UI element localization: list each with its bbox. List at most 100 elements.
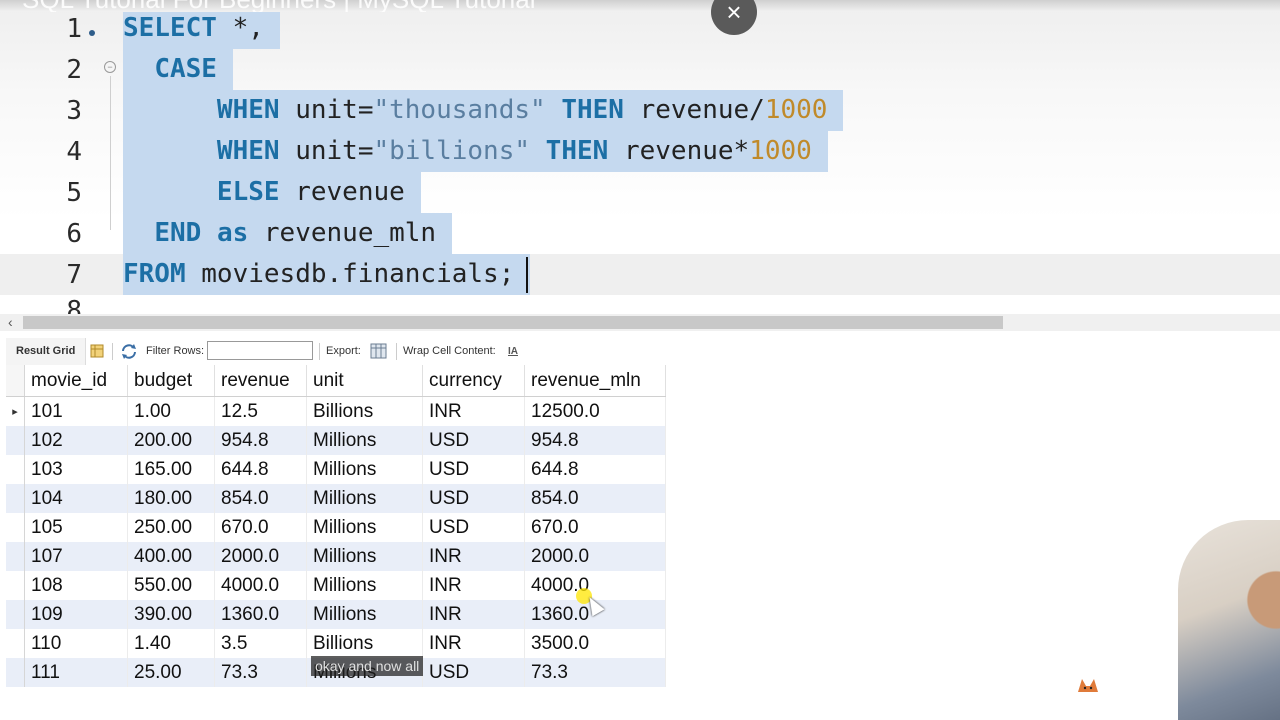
- table-cell-movie-id[interactable]: 104: [24, 484, 128, 513]
- table-cell-currency[interactable]: USD: [422, 513, 525, 542]
- table-cell-revenue[interactable]: 3.5: [214, 629, 307, 658]
- row-selector[interactable]: ▸: [6, 396, 25, 426]
- table-row[interactable]: 102 200.00 954.8 Millions USD 954.8: [6, 426, 666, 455]
- row-selector[interactable]: [6, 600, 25, 629]
- table-cell-revenue-mln[interactable]: 854.0: [524, 484, 666, 513]
- table-cell-unit[interactable]: Millions: [306, 600, 423, 629]
- table-cell-currency[interactable]: USD: [422, 426, 525, 455]
- table-cell-revenue-mln[interactable]: 3500.0: [524, 629, 666, 658]
- table-cell-budget[interactable]: 250.00: [127, 513, 215, 542]
- code-line[interactable]: 3 WHEN unit="thousands" THEN revenue/100…: [0, 90, 1280, 131]
- table-cell-revenue-mln[interactable]: 670.0: [524, 513, 666, 542]
- table-cell-movie-id[interactable]: 110: [24, 629, 128, 658]
- row-selector[interactable]: [6, 426, 25, 455]
- horizontal-scrollbar[interactable]: ‹: [0, 314, 1280, 331]
- table-row[interactable]: 103 165.00 644.8 Millions USD 644.8: [6, 455, 666, 484]
- sql-editor[interactable]: 1 SELECT *, 2− CASE 3 WHEN unit="thousands"…: [0, 0, 1280, 314]
- table-cell-currency[interactable]: INR: [422, 571, 525, 600]
- column-header[interactable]: currency: [422, 365, 525, 397]
- table-cell-unit[interactable]: Millions: [306, 455, 423, 484]
- table-cell-movie-id[interactable]: 109: [24, 600, 128, 629]
- table-cell-budget[interactable]: 200.00: [127, 426, 215, 455]
- table-cell-movie-id[interactable]: 108: [24, 571, 128, 600]
- table-cell-movie-id[interactable]: 103: [24, 455, 128, 484]
- table-cell-budget[interactable]: 165.00: [127, 455, 215, 484]
- table-cell-revenue[interactable]: 73.3: [214, 658, 307, 687]
- table-cell-budget[interactable]: 25.00: [127, 658, 215, 687]
- table-row[interactable]: 109 390.00 1360.0 Millions INR 1360.0: [6, 600, 666, 629]
- wrap-cell-icon[interactable]: IA: [508, 338, 518, 365]
- table-cell-budget[interactable]: 550.00: [127, 571, 215, 600]
- table-cell-revenue-mln[interactable]: 12500.0: [524, 396, 666, 426]
- filter-rows-input[interactable]: [207, 341, 313, 360]
- row-selector[interactable]: [6, 484, 25, 513]
- table-cell-movie-id[interactable]: 102: [24, 426, 128, 455]
- column-header[interactable]: revenue_mln: [524, 365, 666, 397]
- table-cell-unit[interactable]: Millions: [306, 426, 423, 455]
- column-header[interactable]: movie_id: [24, 365, 128, 397]
- table-cell-revenue[interactable]: 4000.0: [214, 571, 307, 600]
- scroll-left-icon[interactable]: ‹: [8, 314, 13, 331]
- column-header[interactable]: budget: [127, 365, 215, 397]
- table-cell-revenue-mln[interactable]: 73.3: [524, 658, 666, 687]
- table-cell-currency[interactable]: INR: [422, 542, 525, 571]
- row-selector[interactable]: [6, 455, 25, 484]
- row-selector[interactable]: [6, 658, 25, 687]
- row-selector[interactable]: [6, 513, 25, 542]
- table-cell-currency[interactable]: INR: [422, 396, 525, 426]
- table-cell-movie-id[interactable]: 101: [24, 396, 128, 426]
- table-cell-revenue-mln[interactable]: 644.8: [524, 455, 666, 484]
- scrollbar-thumb[interactable]: [23, 316, 1003, 329]
- table-cell-movie-id[interactable]: 111: [24, 658, 128, 687]
- table-cell-revenue[interactable]: 644.8: [214, 455, 307, 484]
- table-cell-currency[interactable]: USD: [422, 484, 525, 513]
- table-cell-unit[interactable]: Billions: [306, 629, 423, 658]
- table-cell-revenue-mln[interactable]: 954.8: [524, 426, 666, 455]
- fold-toggle-icon[interactable]: −: [104, 61, 116, 73]
- code-line[interactable]: 2 − CASE: [0, 49, 1280, 90]
- row-selector[interactable]: [6, 542, 25, 571]
- column-header[interactable]: unit: [306, 365, 423, 397]
- code-line[interactable]: 7 FROM moviesdb.financials;: [0, 254, 1280, 295]
- table-cell-budget[interactable]: 1.40: [127, 629, 215, 658]
- table-row[interactable]: 107 400.00 2000.0 Millions INR 2000.0: [6, 542, 666, 571]
- code-line[interactable]: 5 ELSE revenue: [0, 172, 1280, 213]
- code-line[interactable]: 4 WHEN unit="billions" THEN revenue*1000: [0, 131, 1280, 172]
- code-line[interactable]: 1 SELECT *,: [0, 8, 1280, 49]
- row-selector[interactable]: [6, 571, 25, 600]
- table-cell-unit[interactable]: Millions: [306, 542, 423, 571]
- table-cell-movie-id[interactable]: 107: [24, 542, 128, 571]
- table-cell-revenue[interactable]: 12.5: [214, 396, 307, 426]
- table-cell-revenue[interactable]: 954.8: [214, 426, 307, 455]
- table-cell-budget[interactable]: 1.00: [127, 396, 215, 426]
- table-row[interactable]: 105 250.00 670.0 Millions USD 670.0: [6, 513, 666, 542]
- table-row[interactable]: ▸ 101 1.00 12.5 Billions INR 12500.0: [6, 396, 666, 426]
- row-selector[interactable]: [6, 629, 25, 658]
- table-cell-unit[interactable]: Millions: [306, 571, 423, 600]
- code-line[interactable]: 6 END as revenue_mln: [0, 213, 1280, 254]
- table-cell-unit[interactable]: Millions: [306, 484, 423, 513]
- table-cell-currency[interactable]: USD: [422, 455, 525, 484]
- table-cell-revenue[interactable]: 670.0: [214, 513, 307, 542]
- table-cell-unit[interactable]: Billions: [306, 396, 423, 426]
- export-icon[interactable]: [369, 338, 389, 365]
- table-row[interactable]: 108 550.00 4000.0 Millions INR 4000.0: [6, 571, 666, 600]
- table-cell-revenue[interactable]: 2000.0: [214, 542, 307, 571]
- table-cell-budget[interactable]: 390.00: [127, 600, 215, 629]
- table-cell-currency[interactable]: USD: [422, 658, 525, 687]
- result-grid-tab[interactable]: Result Grid: [6, 338, 87, 365]
- column-header[interactable]: revenue: [214, 365, 307, 397]
- grid-view-icon[interactable]: [89, 338, 105, 365]
- table-cell-revenue[interactable]: 854.0: [214, 484, 307, 513]
- table-cell-budget[interactable]: 180.00: [127, 484, 215, 513]
- table-cell-revenue[interactable]: 1360.0: [214, 600, 307, 629]
- table-row[interactable]: 104 180.00 854.0 Millions USD 854.0: [6, 484, 666, 513]
- table-cell-currency[interactable]: INR: [422, 600, 525, 629]
- table-cell-revenue-mln[interactable]: 2000.0: [524, 542, 666, 571]
- table-cell-movie-id[interactable]: 105: [24, 513, 128, 542]
- table-cell-currency[interactable]: INR: [422, 629, 525, 658]
- table-cell-unit[interactable]: Millions: [306, 513, 423, 542]
- table-row[interactable]: 110 1.40 3.5 Billions INR 3500.0: [6, 629, 666, 658]
- table-cell-budget[interactable]: 400.00: [127, 542, 215, 571]
- refresh-icon[interactable]: [120, 338, 138, 365]
